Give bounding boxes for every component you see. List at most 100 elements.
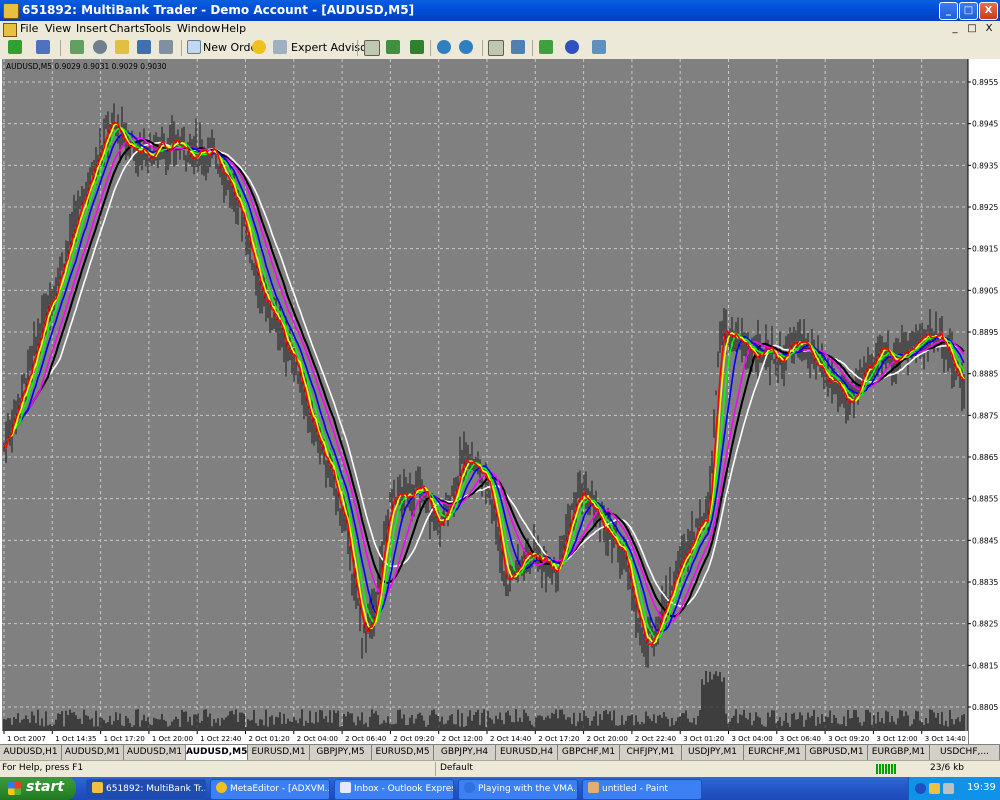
time-label: 1 Oct 20:00	[152, 735, 193, 743]
chart-tab[interactable]: GBPJPY,M5	[310, 745, 372, 760]
tray-network-icon[interactable]	[929, 783, 940, 794]
chart-tab[interactable]: USDJPY,M1	[682, 745, 744, 760]
chart-tabs: AUDUSD,H1 AUDUSD,M1 AUDUSD,M1 AUDUSD,M5 EURU…	[0, 744, 1000, 761]
zoom-out-icon[interactable]	[459, 40, 473, 54]
chart-tab[interactable]: AUDUSD,M5	[186, 745, 248, 761]
chart-tab[interactable]: AUDUSD,M1	[62, 745, 124, 760]
strategy-tester-icon[interactable]	[159, 40, 173, 54]
time-label: 2 Oct 14:40	[490, 735, 531, 743]
help-text: For Help, press F1	[2, 763, 84, 773]
traffic-status: 23/6 kb	[930, 763, 964, 773]
menu-tools[interactable]: Tools	[144, 22, 171, 35]
price-label: 0.8825	[972, 620, 998, 629]
chart-tab[interactable]: GBPUSD,M1	[806, 745, 868, 760]
clock: 19:39	[967, 782, 996, 793]
terminal-icon[interactable]	[115, 40, 129, 54]
window-title: 651892: MultiBank Trader - Demo Account …	[22, 3, 415, 17]
profile-name: Default	[440, 763, 473, 773]
tray-volume-icon[interactable]	[943, 783, 954, 794]
minimize-button[interactable]: _	[939, 2, 958, 20]
chart-tab[interactable]: GBPCHF,M1	[558, 745, 620, 760]
zoom-in-icon[interactable]	[437, 40, 451, 54]
price-label: 0.8915	[972, 245, 998, 254]
status-bar: For Help, press F1 Default 23/6 kb	[0, 760, 1000, 778]
mdi-chart-icon	[3, 23, 17, 37]
connection-icon	[876, 764, 896, 774]
price-label: 0.8955	[972, 78, 998, 87]
menu-insert[interactable]: Insert	[76, 22, 108, 35]
task-paint[interactable]: untitled - Paint	[582, 779, 702, 800]
chart-tab[interactable]: USDCHF,...	[930, 745, 1000, 760]
auto-scroll-icon[interactable]	[511, 40, 525, 54]
metaeditor-icon[interactable]	[252, 40, 266, 54]
chart-window[interactable]: 0.8955 0.8945 0.8935 0.8925 0.8915 0.8905 0.88…	[0, 59, 1000, 744]
metaeditor-task-icon	[216, 782, 227, 793]
task-browser[interactable]: Playing with the VMA...	[458, 779, 578, 800]
indicators-icon[interactable]	[539, 40, 553, 54]
price-label: 0.8815	[972, 661, 998, 670]
chart-tab[interactable]: EURUSD,M5	[372, 745, 434, 760]
menu-charts[interactable]: Charts	[109, 22, 145, 35]
data-window-icon[interactable]	[137, 40, 151, 54]
time-label: 3 Oct 14:40	[925, 735, 966, 743]
mdi-restore-button[interactable]: □	[965, 22, 979, 35]
time-label: 1 Oct 17:20	[104, 735, 145, 743]
mdi-close-button[interactable]: X	[982, 22, 996, 35]
maximize-button[interactable]: □	[959, 2, 978, 20]
start-button[interactable]: start	[0, 777, 76, 800]
menu-bar: File View Insert Charts Tools Window Hel…	[0, 21, 1000, 37]
chart-tab[interactable]: EURUSD,H4	[496, 745, 558, 760]
chart-tab[interactable]: AUDUSD,H1	[0, 745, 62, 760]
chart-tab[interactable]: GBPJPY,H4	[434, 745, 496, 760]
menu-window[interactable]: Window	[177, 22, 220, 35]
chart-tab[interactable]: EURCHF,M1	[744, 745, 806, 760]
system-tray: 19:39	[908, 777, 1000, 800]
close-button[interactable]: X	[979, 2, 998, 20]
time-label: 2 Oct 12:00	[442, 735, 483, 743]
price-label: 0.8945	[972, 120, 998, 129]
navigator-icon[interactable]	[93, 40, 107, 54]
line-chart-icon[interactable]	[410, 40, 424, 54]
time-label: 2 Oct 01:20	[249, 735, 290, 743]
time-label: 1 Oct 2007	[7, 735, 46, 743]
time-label: 3 Oct 01:20	[683, 735, 724, 743]
tray-app-icon[interactable]	[915, 783, 926, 794]
menu-help[interactable]: Help	[221, 22, 246, 35]
candlesticks-icon[interactable]	[386, 40, 400, 54]
menu-view[interactable]: View	[45, 22, 71, 35]
price-label: 0.8885	[972, 370, 998, 379]
price-label: 0.8925	[972, 203, 998, 212]
price-label: 0.8905	[972, 286, 998, 295]
menu-file[interactable]: File	[20, 22, 38, 35]
market-watch-icon[interactable]	[70, 40, 84, 54]
price-label: 0.8895	[972, 328, 998, 337]
price-label: 0.8845	[972, 536, 998, 545]
toolbar: New Order Expert Advisors	[0, 37, 1000, 60]
chart-tab[interactable]: EURGBP,M1	[868, 745, 930, 760]
expert-advisors-icon[interactable]	[273, 40, 287, 54]
mdi-minimize-button[interactable]: _	[948, 22, 962, 35]
periods-icon[interactable]	[565, 40, 579, 54]
time-label: 3 Oct 09:20	[828, 735, 869, 743]
chart-background	[2, 59, 968, 744]
new-chart-icon[interactable]	[8, 40, 22, 54]
paint-icon	[588, 782, 599, 793]
profiles-icon[interactable]	[36, 40, 50, 54]
templates-icon[interactable]	[592, 40, 606, 54]
time-label: 3 Oct 04:00	[732, 735, 773, 743]
browser-icon	[464, 782, 475, 793]
time-label: 2 Oct 09:20	[393, 735, 434, 743]
price-label: 0.8835	[972, 578, 998, 587]
task-outlook[interactable]: Inbox - Outlook Express	[334, 779, 454, 800]
task-multibank[interactable]: 651892: MultiBank Tr...	[86, 779, 206, 800]
price-chart[interactable]: 0.8955 0.8945 0.8935 0.8925 0.8915 0.8905 0.88…	[0, 59, 1000, 744]
price-label: 0.8855	[972, 495, 998, 504]
price-label: 0.8935	[972, 161, 998, 170]
new-order-icon[interactable]	[187, 40, 201, 54]
task-metaeditor[interactable]: MetaEditor - [ADXVM...	[210, 779, 330, 800]
chart-shift-icon[interactable]	[488, 40, 504, 56]
chart-tab[interactable]: AUDUSD,M1	[124, 745, 186, 760]
bar-chart-icon[interactable]	[364, 40, 380, 56]
chart-tab[interactable]: EURUSD,M1	[248, 745, 310, 760]
chart-tab[interactable]: CHFJPY,M1	[620, 745, 682, 760]
